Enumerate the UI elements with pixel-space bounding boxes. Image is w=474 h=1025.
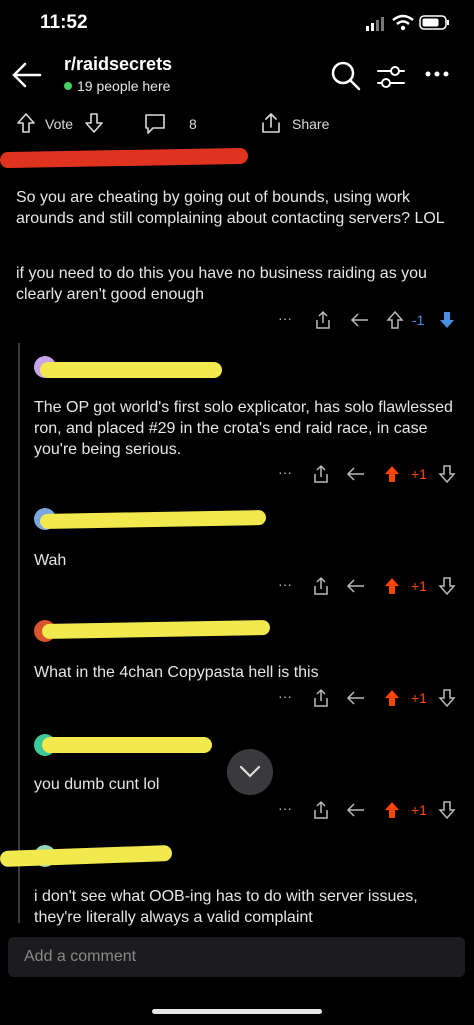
online-count: 19 people here [64,78,170,94]
comment-action-row: ··· +1 [278,576,468,598]
share-icon[interactable] [312,688,330,708]
reply-icon[interactable] [346,466,366,482]
upvote-icon[interactable] [383,688,401,708]
more-icon[interactable] [424,70,450,78]
share-icon[interactable] [314,310,332,330]
upvote-icon[interactable] [383,464,401,484]
vote-label: Vote [45,116,74,132]
comment-body: if you need to do this you have no busin… [16,265,427,303]
more-icon[interactable]: ··· [278,800,292,816]
comment-score: +1 [411,578,427,594]
redacted-username [39,510,267,529]
redacted-username [41,620,271,639]
comment-action-row: ··· -1 [278,310,468,332]
subreddit-name[interactable]: r/raidsecrets [64,54,172,75]
redacted-username [42,737,212,753]
downvote-icon[interactable] [438,800,456,820]
downvote-icon[interactable] [84,112,104,134]
upvote-icon[interactable] [383,576,401,596]
more-icon[interactable]: ··· [278,464,292,480]
comment-action-row: ··· +1 [278,688,468,710]
back-arrow-icon[interactable] [10,60,44,90]
share-icon[interactable] [312,464,330,484]
share-label[interactable]: Share [292,116,329,132]
reply-icon[interactable] [346,802,366,818]
downvote-icon[interactable] [438,464,456,484]
upvote-icon[interactable] [386,310,404,330]
status-bar: 11:52 [0,0,474,46]
reply-icon[interactable] [350,312,370,328]
signal-icon [366,17,384,31]
comment-score: +1 [411,466,427,482]
chevron-down-icon [239,765,261,778]
comment-body: you dumb cunt lol [34,776,160,793]
comment-score: -1 [412,312,425,328]
comment-score: +1 [411,802,427,818]
thread-line [18,343,20,923]
wifi-icon [392,14,414,31]
upvote-icon[interactable] [383,800,401,820]
comment-body: What in the 4chan Copypasta hell is this [34,664,319,681]
redacted-username [40,362,222,378]
more-icon[interactable]: ··· [278,576,292,592]
reply-icon[interactable] [346,690,366,706]
status-time: 11:52 [40,12,88,33]
downvote-icon[interactable] [438,688,456,708]
home-indicator [152,1009,322,1014]
comment-icon[interactable] [143,112,167,136]
downvote-icon[interactable] [438,576,456,596]
comment-body: i don't see what OOB-ing has to do with … [34,888,418,926]
post-action-bar: Vote 8 Share [0,106,474,140]
redacted-username [0,147,249,169]
filter-icon[interactable] [376,64,406,90]
more-icon[interactable]: ··· [278,688,292,704]
search-icon[interactable] [330,60,362,92]
comment-action-row: ··· +1 [278,800,468,822]
upvote-icon[interactable] [16,112,36,134]
comment-body: Wah [34,552,67,569]
online-dot-icon [64,82,72,90]
comment-body: So you are cheating by going out of boun… [16,189,445,227]
comment-score: +1 [411,690,427,706]
scroll-down-button[interactable] [227,749,273,795]
share-icon[interactable] [312,576,330,596]
share-icon[interactable] [312,800,330,820]
battery-icon [419,15,449,30]
share-icon[interactable] [259,111,283,135]
more-icon[interactable]: ··· [278,310,292,326]
reply-icon[interactable] [346,578,366,594]
downvote-icon[interactable] [438,310,456,330]
comment-body: The OP got world's first solo explicator… [34,399,453,458]
comment-input-placeholder: Add a comment [24,948,137,965]
comment-action-row: ··· +1 [278,464,468,486]
comments-count: 8 [189,116,197,132]
redacted-username [0,845,173,867]
